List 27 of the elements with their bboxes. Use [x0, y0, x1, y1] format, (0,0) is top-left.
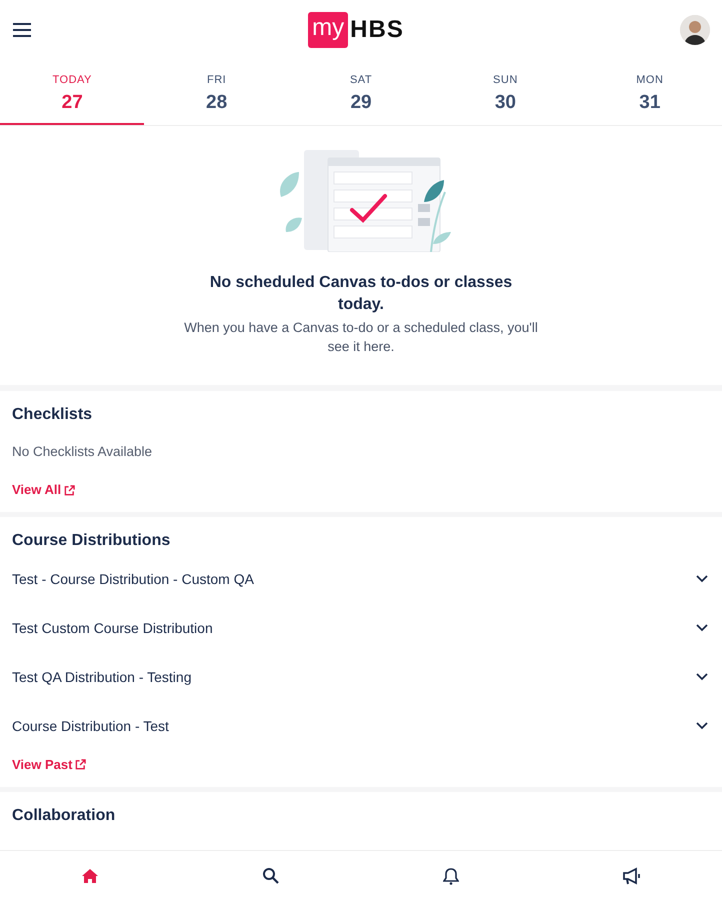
section-title: Checklists	[12, 404, 94, 424]
bell-icon	[443, 866, 460, 884]
day-tab[interactable]: FRI 28	[144, 60, 289, 125]
distribution-row[interactable]: Test Custom Course Distribution	[12, 604, 710, 653]
empty-state-message: When you have a Canvas to-do or a scheduled class, you'll see it here.	[183, 319, 539, 356]
menu-icon[interactable]	[12, 23, 32, 37]
external-link-icon	[64, 484, 76, 496]
empty-message: No Checklists Available	[12, 443, 154, 462]
view-all-link[interactable]: View All	[12, 480, 76, 500]
day-tab[interactable]: MON 31	[578, 60, 722, 125]
day-tab[interactable]: SAT 29	[288, 60, 434, 125]
section-title: Course Distributions	[12, 531, 172, 551]
external-link-icon	[75, 758, 86, 770]
logo: my	[308, 12, 348, 48]
megaphone-icon	[622, 866, 642, 884]
view-past-link[interactable]: View Past	[12, 754, 86, 774]
day-tab[interactable]: TODAY 27	[0, 60, 144, 125]
empty-state-title: No scheduled Canvas to-dos or classes today.	[208, 273, 514, 315]
distribution-row[interactable]: Test - Course Distribution - Custom QA	[12, 554, 710, 604]
day-tab[interactable]: SUN 30	[433, 60, 578, 125]
avatar-icon[interactable]	[680, 15, 710, 45]
distribution-row[interactable]: Course Distribution - Test	[12, 702, 710, 751]
logo-text: HBS	[350, 14, 404, 45]
distribution-row[interactable]: Test QA Distribution - Testing	[12, 652, 710, 702]
section-title: Collaboration	[12, 806, 116, 825]
search-icon	[262, 866, 280, 884]
home-icon	[81, 868, 100, 884]
